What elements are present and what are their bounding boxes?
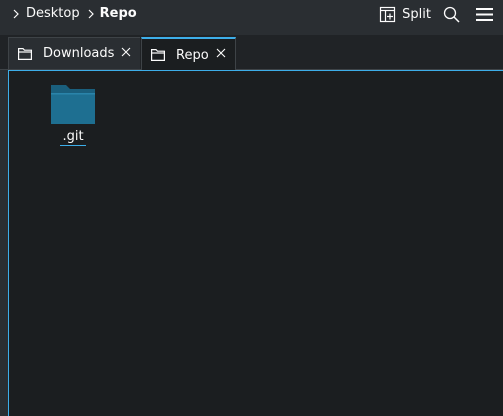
breadcrumb: Desktop Repo xyxy=(10,5,141,23)
split-label: Split xyxy=(402,6,431,22)
search-icon xyxy=(443,6,460,23)
close-icon[interactable] xyxy=(216,48,226,58)
breadcrumb-repo[interactable]: Repo xyxy=(98,5,141,23)
tab-label: Repo xyxy=(176,47,209,63)
tab-label: Downloads xyxy=(43,46,115,61)
file-view[interactable]: .git xyxy=(8,70,503,416)
chevron-right-icon xyxy=(10,5,24,23)
folder-icon xyxy=(51,85,95,124)
chevron-right-icon xyxy=(84,5,98,23)
folder-icon xyxy=(151,49,165,61)
tab-downloads[interactable]: Downloads xyxy=(8,37,140,69)
tab-bar: Downloads Repo xyxy=(0,35,503,71)
close-icon[interactable] xyxy=(121,47,131,57)
file-item[interactable]: .git xyxy=(45,83,101,146)
file-name: .git xyxy=(60,129,86,146)
toolbar: Desktop Repo Split xyxy=(0,0,503,30)
menu-button[interactable] xyxy=(476,3,493,25)
split-button[interactable]: Split xyxy=(379,3,431,25)
breadcrumb-desktop[interactable]: Desktop xyxy=(24,5,84,23)
hamburger-menu-icon xyxy=(476,7,493,21)
folder-icon xyxy=(18,47,32,60)
search-button[interactable] xyxy=(443,3,460,25)
split-view-icon xyxy=(380,6,396,22)
tab-repo[interactable]: Repo xyxy=(141,37,236,71)
